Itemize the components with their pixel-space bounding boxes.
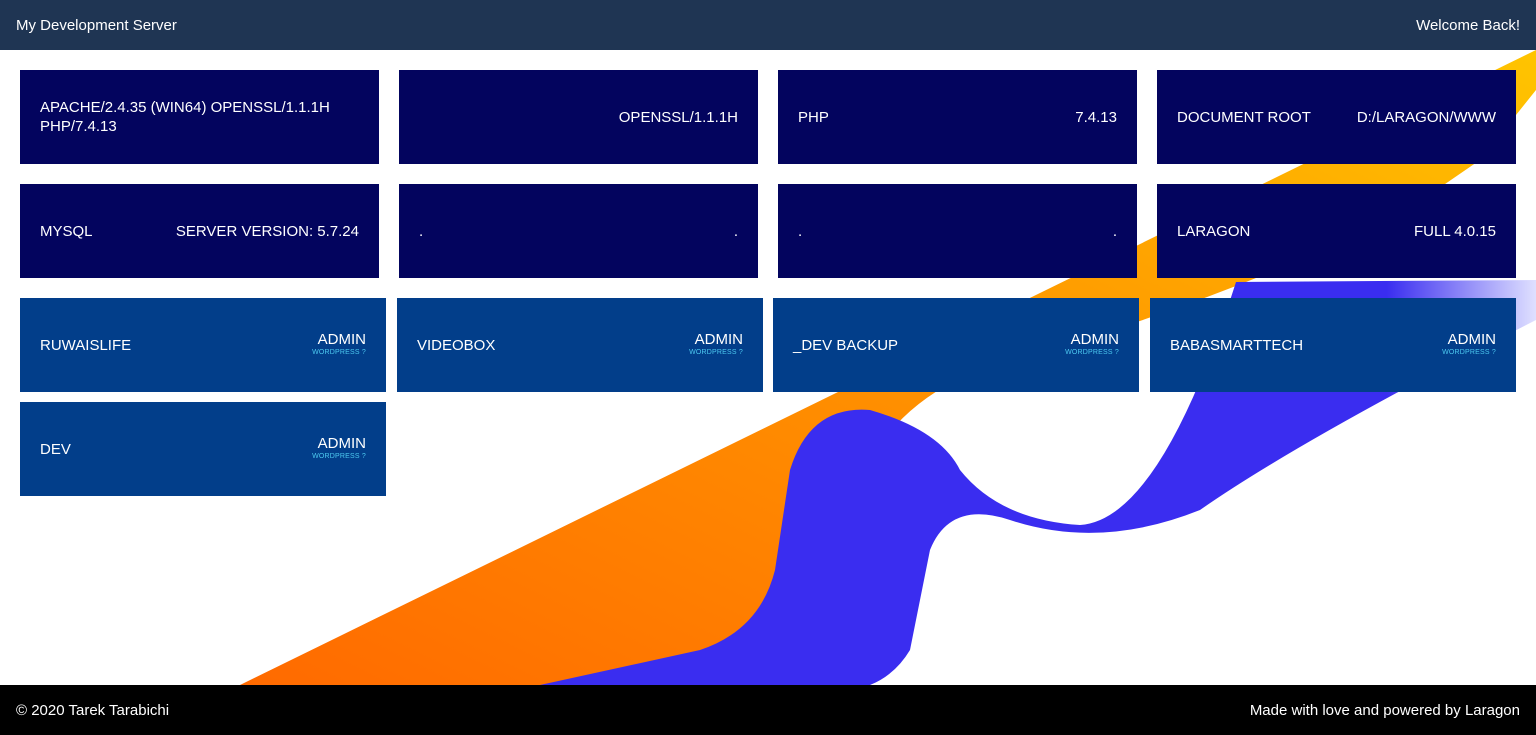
project-tile-dev[interactable]: DEV ADMIN WORDPRESS ? <box>20 402 386 496</box>
platform-label: WORDPRESS ? <box>1442 349 1496 356</box>
info-label: LARAGON <box>1177 222 1251 240</box>
info-tile-document-root: DOCUMENT ROOT D:/LARAGON/WWW <box>1157 70 1516 164</box>
info-value: OPENSSL/1.1.1H <box>618 108 738 126</box>
project-name[interactable]: BABASMARTTECH <box>1170 337 1303 354</box>
platform-label: WORDPRESS ? <box>312 453 366 460</box>
admin-link[interactable]: ADMIN WORDPRESS ? <box>312 436 366 462</box>
admin-label[interactable]: ADMIN <box>318 332 366 348</box>
project-tile-dev-backup[interactable]: _DEV BACKUP ADMIN WORDPRESS ? <box>773 298 1139 392</box>
site-title[interactable]: My Development Server <box>16 17 177 34</box>
info-label: . <box>419 222 424 240</box>
admin-link[interactable]: ADMIN WORDPRESS ? <box>1065 332 1119 358</box>
info-label: DOCUMENT ROOT <box>1177 108 1311 126</box>
info-value: 7.4.13 <box>1075 108 1117 126</box>
info-value: FULL 4.0.15 <box>1414 222 1496 240</box>
platform-label: WORDPRESS ? <box>312 349 366 356</box>
info-tile-empty-1: . . <box>399 184 758 278</box>
info-label: PHP <box>798 108 829 126</box>
project-tile-babasmarttech[interactable]: BABASMARTTECH ADMIN WORDPRESS ? <box>1150 298 1516 392</box>
footer-copyright: © 2020 Tarek Tarabichi <box>16 701 170 719</box>
project-name[interactable]: VIDEOBOX <box>417 337 495 354</box>
admin-link[interactable]: ADMIN WORDPRESS ? <box>689 332 743 358</box>
footer-credit: Made with love and powered by Laragon <box>1249 701 1520 719</box>
info-value: D:/LARAGON/WWW <box>1356 108 1496 126</box>
welcome-text: Welcome Back! <box>1416 16 1520 34</box>
admin-link[interactable]: ADMIN WORDPRESS ? <box>312 332 366 358</box>
admin-label[interactable]: ADMIN <box>1071 332 1119 348</box>
admin-label[interactable]: ADMIN <box>318 436 366 452</box>
info-tile-empty-2: . . <box>778 184 1137 278</box>
platform-label: WORDPRESS ? <box>689 349 743 356</box>
footer: © 2020 Tarek Tarabichi Made with love an… <box>0 685 1536 735</box>
info-label: APACHE/2.4.35 (WIN64) OPENSSL/1.1.1H PHP… <box>40 99 330 135</box>
project-name[interactable]: DEV <box>40 441 71 458</box>
info-tile-openssl: OPENSSL/1.1.1H <box>399 70 758 164</box>
admin-link[interactable]: ADMIN WORDPRESS ? <box>1442 332 1496 358</box>
project-tile-ruwaislife[interactable]: RUWAISLIFE ADMIN WORDPRESS ? <box>20 298 386 392</box>
platform-label: WORDPRESS ? <box>1065 349 1119 356</box>
top-navbar: My Development Server Welcome Back! <box>0 0 1536 50</box>
info-tile-mysql: MYSQL SERVER VERSION: 5.7.24 <box>20 184 379 278</box>
project-name[interactable]: RUWAISLIFE <box>40 337 131 354</box>
info-label: MYSQL <box>40 222 93 240</box>
info-value: . <box>733 222 738 240</box>
admin-label[interactable]: ADMIN <box>695 332 743 348</box>
admin-label[interactable]: ADMIN <box>1448 332 1496 348</box>
info-value: . <box>1112 222 1117 240</box>
project-tile-videobox[interactable]: VIDEOBOX ADMIN WORDPRESS ? <box>397 298 763 392</box>
info-tile-php: PHP 7.4.13 <box>778 70 1137 164</box>
project-name[interactable]: _DEV BACKUP <box>793 337 898 354</box>
info-tile-apache: APACHE/2.4.35 (WIN64) OPENSSL/1.1.1H PHP… <box>20 70 379 164</box>
info-value: SERVER VERSION: 5.7.24 <box>175 222 359 240</box>
info-tile-laragon: LARAGON FULL 4.0.15 <box>1157 184 1516 278</box>
info-label: . <box>798 222 803 240</box>
